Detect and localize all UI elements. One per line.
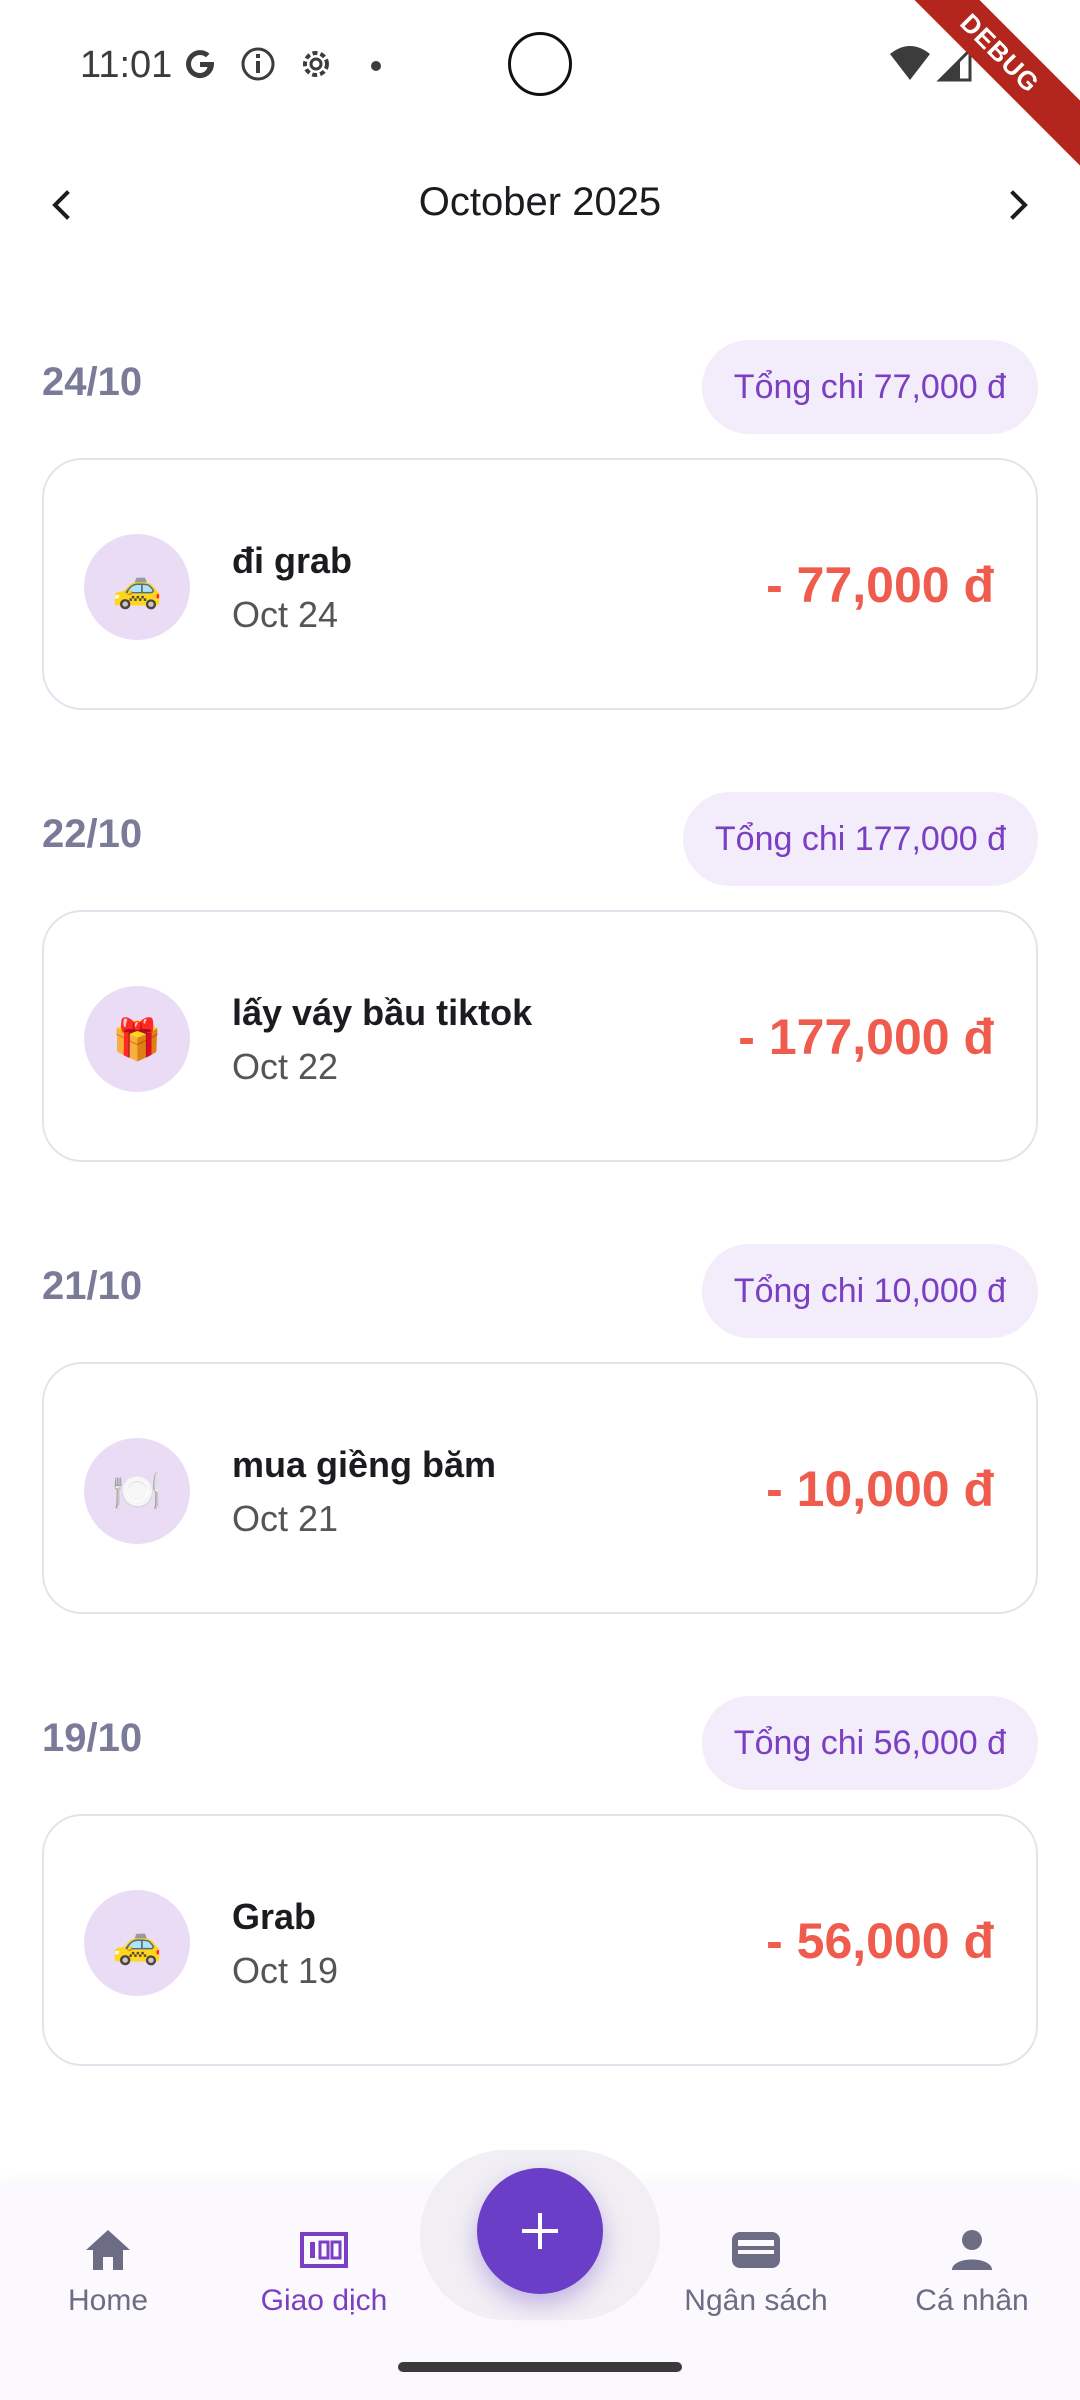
transaction-amount: - 177,000 đ: [738, 1009, 994, 1065]
transaction-card[interactable]: 🚕 Grab Oct 19 - 56,000 đ: [42, 1814, 1038, 2066]
group-total-chip: Tổng chi 10,000 đ: [701, 1244, 1038, 1338]
taxi-icon: 🚕: [84, 534, 190, 640]
google-icon: [186, 50, 215, 79]
chevron-right-icon: [1010, 190, 1028, 220]
home-indicator[interactable]: [398, 2362, 682, 2372]
nav-item-transactions[interactable]: Giao dịch: [224, 2222, 424, 2318]
home-icon: [86, 2230, 130, 2270]
transaction-name: đi grab: [232, 540, 353, 581]
transaction-name: lấy váy bầu tiktok: [232, 992, 533, 1033]
info-icon: [241, 47, 275, 81]
settings-icon: [303, 51, 329, 77]
date-group: 22/10 Tổng chi 177,000 đ 🎁 lấy váy bầu t…: [0, 792, 1080, 1244]
plate-icon: 🍽️: [84, 1438, 190, 1544]
wifi-icon: [890, 46, 930, 80]
group-total-chip: Tổng chi 77,000 đ: [701, 340, 1038, 434]
transaction-date: Oct 19: [232, 1950, 339, 1991]
date-group: 21/10 Tổng chi 10,000 đ 🍽️ mua giềng băm…: [0, 1244, 1080, 1696]
transaction-list: 24/10 Tổng chi 77,000 đ 🚕 đi grab Oct 24…: [0, 340, 1080, 2148]
transaction-name: mua giềng băm: [232, 1444, 497, 1485]
transaction-card[interactable]: 🍽️ mua giềng băm Oct 21 - 10,000 đ: [42, 1362, 1038, 1614]
month-title: October 2025: [418, 180, 662, 224]
add-transaction-button[interactable]: [477, 2168, 603, 2294]
status-bar: 11:01 DEBUG: [0, 0, 1080, 176]
nav-label-budget: Ngân sách: [684, 2284, 828, 2317]
nav-item-home[interactable]: Home: [8, 2222, 208, 2318]
nav-label-home: Home: [67, 2284, 149, 2317]
month-header: October 2025: [0, 160, 1080, 250]
transaction-amount: - 56,000 đ: [766, 1913, 994, 1969]
group-total-chip: Tổng chi 56,000 đ: [701, 1696, 1038, 1790]
debug-ribbon: DEBUG: [877, 0, 1080, 176]
transaction-name: Grab: [232, 1896, 317, 1937]
nav-item-profile[interactable]: Cá nhân: [872, 2222, 1072, 2318]
transaction-date: Oct 24: [232, 594, 339, 635]
transaction-date: Oct 21: [232, 1498, 339, 1539]
group-date: 21/10: [42, 1264, 143, 1308]
dot-icon: [371, 61, 381, 71]
plus-icon: [522, 2213, 558, 2249]
transactions-icon: [300, 2232, 348, 2268]
gift-icon: 🎁: [84, 986, 190, 1092]
transaction-card[interactable]: 🎁 lấy váy bầu tiktok Oct 22 - 177,000 đ: [42, 910, 1038, 1162]
date-group: 19/10 Tổng chi 56,000 đ 🚕 Grab Oct 19 - …: [0, 1696, 1080, 2148]
date-group: 24/10 Tổng chi 77,000 đ 🚕 đi grab Oct 24…: [0, 340, 1080, 792]
group-date: 19/10: [42, 1716, 143, 1760]
nav-label-profile: Cá nhân: [915, 2284, 1029, 2317]
camera-cutout: [508, 32, 572, 96]
group-date: 22/10: [42, 812, 143, 856]
group-total-chip: Tổng chi 177,000 đ: [682, 792, 1038, 886]
group-date: 24/10: [42, 360, 143, 404]
taxi-icon: 🚕: [84, 1890, 190, 1996]
transaction-date: Oct 22: [232, 1046, 339, 1087]
person-icon: [952, 2230, 992, 2270]
transaction-amount: - 77,000 đ: [766, 557, 994, 613]
status-time: 11:01: [80, 44, 173, 86]
nav-item-budget[interactable]: Ngân sách: [656, 2222, 856, 2318]
transaction-amount: - 10,000 đ: [766, 1461, 994, 1517]
wallet-icon: [732, 2232, 780, 2268]
nav-label-transactions: Giao dịch: [260, 2284, 388, 2317]
transaction-card[interactable]: 🚕 đi grab Oct 24 - 77,000 đ: [42, 458, 1038, 710]
next-month-button[interactable]: [988, 175, 1048, 235]
